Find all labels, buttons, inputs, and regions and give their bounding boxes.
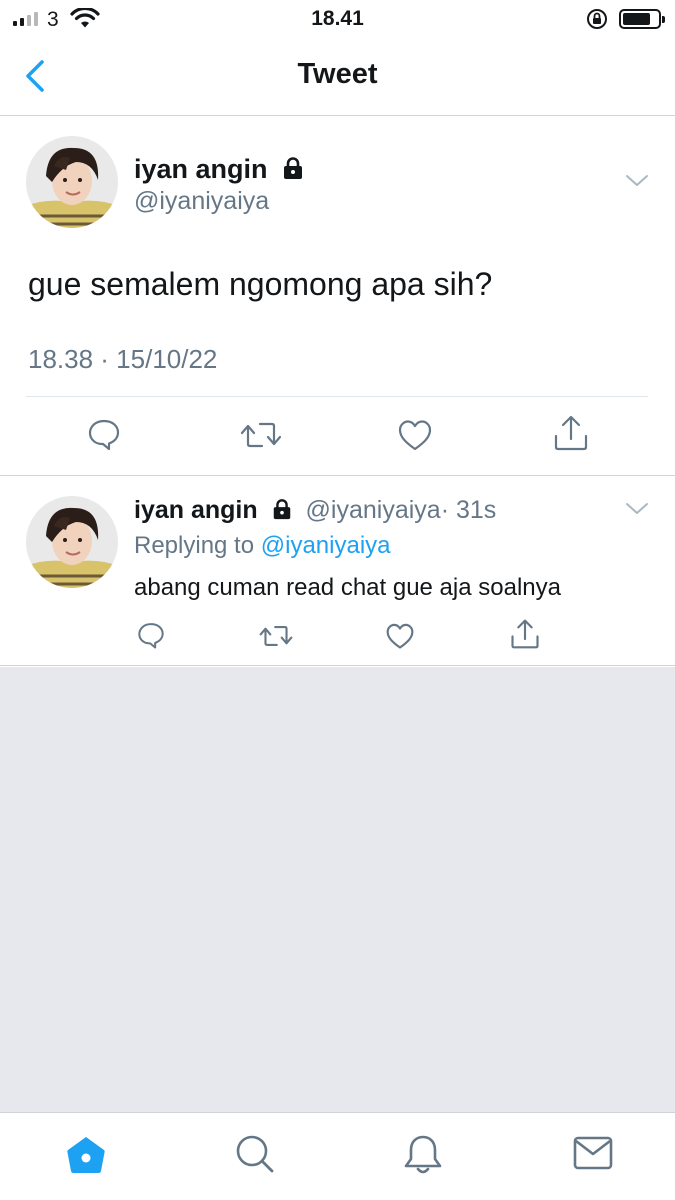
share-button[interactable] (553, 414, 589, 457)
page-title: Tweet (297, 58, 378, 90)
messages-icon (573, 1136, 613, 1170)
tab-home[interactable] (64, 1133, 108, 1182)
replying-to-mention[interactable]: @iyaniyaiya (261, 532, 391, 559)
author-handle[interactable]: @iyaniyaiya (134, 187, 269, 216)
author-display-name[interactable]: iyan angin (134, 496, 258, 524)
home-icon (67, 1137, 105, 1173)
like-button[interactable] (385, 622, 415, 655)
like-button[interactable] (397, 418, 433, 457)
share-icon (511, 619, 539, 649)
tweet-text: gue semalem ngomong apa sih? (28, 266, 493, 302)
notifications-icon (404, 1135, 442, 1174)
reply-icon (88, 419, 120, 451)
share-button[interactable] (510, 618, 540, 655)
heart-icon (398, 420, 432, 451)
tweet-timestamp[interactable]: 18.38 · 15/10/22 (28, 344, 217, 375)
tab-search[interactable] (234, 1133, 276, 1180)
tweet-text: abang cuman read chat gue aja soalnya (134, 574, 561, 601)
replying-to-line: Replying to @iyaniyaiya (134, 532, 391, 560)
avatar[interactable] (26, 136, 118, 228)
share-icon (554, 415, 588, 451)
main-tweet[interactable]: iyan angin @iyaniyaiya gue semalem ngomo… (0, 116, 675, 476)
status-bar: 3 18.41 (0, 0, 675, 36)
chevron-down-icon (626, 175, 648, 186)
retweet-icon (259, 626, 293, 646)
battery-icon (619, 9, 665, 29)
tab-notifications[interactable] (403, 1133, 443, 1182)
divider (26, 396, 648, 397)
reply-button[interactable] (86, 416, 122, 457)
reply-button[interactable] (136, 620, 166, 655)
heart-icon (386, 623, 414, 649)
author-handle[interactable]: @iyaniyaiya (306, 496, 441, 524)
retweet-icon (240, 422, 282, 448)
search-icon (236, 1135, 274, 1173)
retweet-button[interactable] (240, 418, 282, 457)
chevron-down-icon (626, 503, 648, 514)
tweet-options-button[interactable] (624, 500, 650, 523)
reply-tweet[interactable]: iyan angin @iyaniyaiya· 31s Replying to … (0, 476, 675, 666)
author-name-row: iyan angin (134, 154, 305, 187)
rotation-lock-icon (585, 8, 609, 35)
reply-icon (138, 623, 164, 649)
tweet-options-button[interactable] (624, 172, 650, 195)
retweet-button[interactable] (259, 622, 293, 655)
tweet-age: · 31s (440, 496, 497, 524)
tab-messages[interactable] (573, 1133, 613, 1178)
avatar[interactable] (26, 496, 118, 588)
reply-author-row: iyan angin @iyaniyaiya· 31s (134, 496, 496, 527)
protected-lock-icon (281, 156, 305, 187)
status-time: 18.41 (311, 7, 364, 30)
empty-timeline-area (0, 667, 675, 1112)
navigation-bar: Tweet (0, 36, 675, 116)
tab-bar (0, 1112, 675, 1200)
author-display-name[interactable]: iyan angin (134, 154, 268, 184)
protected-lock-icon (271, 498, 293, 527)
replying-to-prefix: Replying to (134, 532, 255, 559)
